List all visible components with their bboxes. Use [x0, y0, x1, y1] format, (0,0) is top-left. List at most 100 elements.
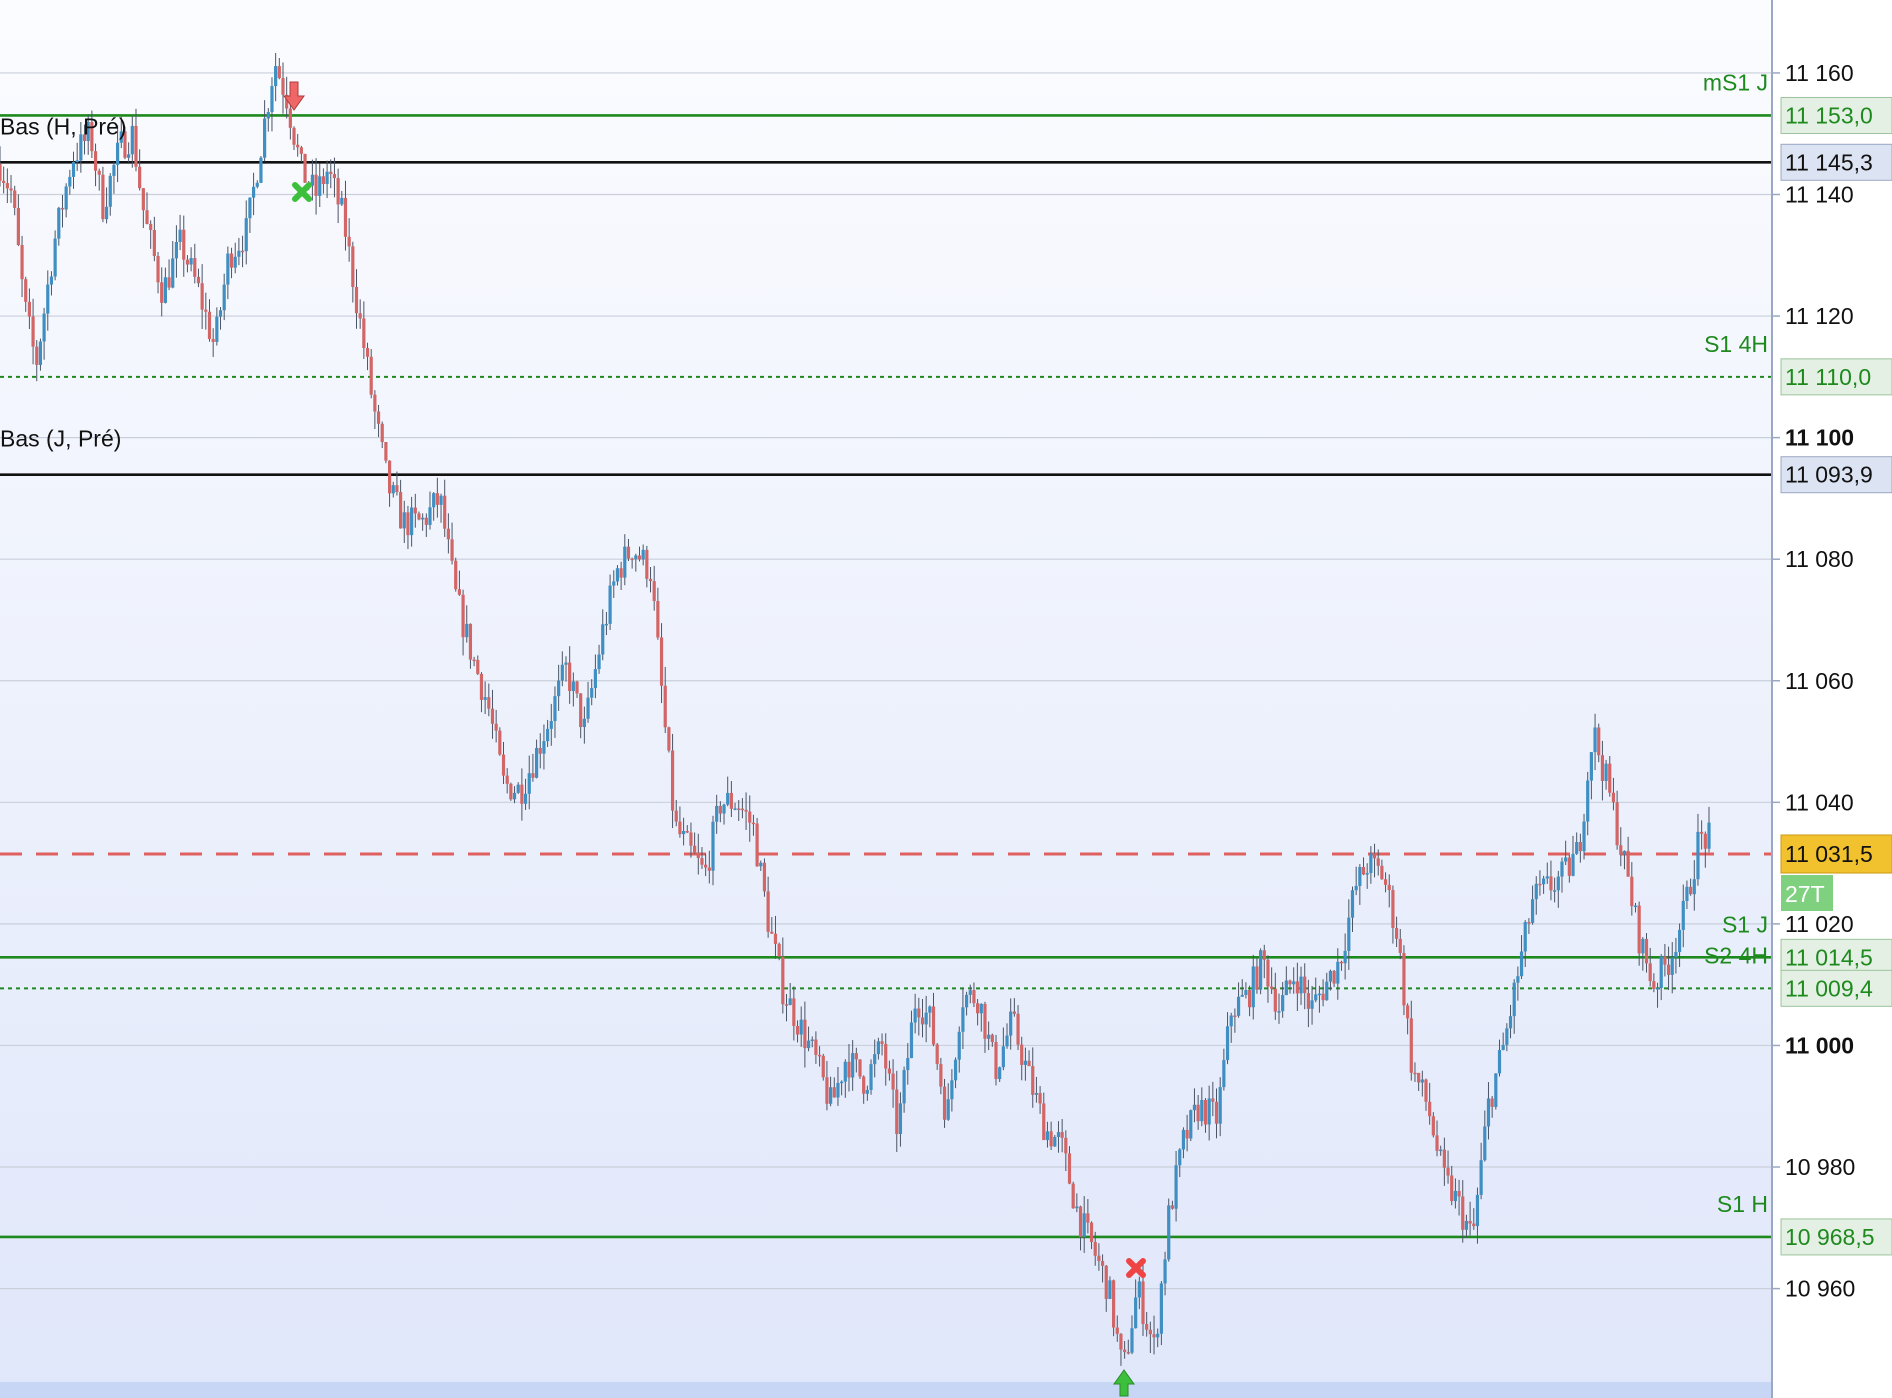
- candle-body: [1615, 802, 1619, 846]
- candle-body: [766, 891, 770, 932]
- candle-body: [1100, 1261, 1105, 1266]
- candle-body: [1696, 831, 1700, 880]
- candle-body: [1200, 1099, 1204, 1122]
- candle-body: [1681, 900, 1685, 930]
- candle-body: [53, 238, 57, 277]
- candle-body: [24, 279, 28, 302]
- candle-body: [1027, 1060, 1031, 1067]
- candle-body: [1633, 905, 1638, 908]
- candle-body: [1225, 1026, 1230, 1061]
- candle-body: [1611, 792, 1616, 803]
- candle-body: [0, 164, 2, 181]
- candle-body: [1233, 1015, 1237, 1018]
- candle-body: [821, 1055, 825, 1078]
- candle-body: [1108, 1280, 1112, 1299]
- candle-body: [1468, 1220, 1472, 1224]
- current-price-label: 11 031,5: [1785, 841, 1873, 867]
- candle-body: [380, 423, 384, 443]
- candle-body: [1321, 993, 1325, 1001]
- price-chart[interactable]: mS1 J Bas (H, Pré) S1 4H Bas (J, Pré) S1 J S2…: [0, 0, 1892, 1398]
- candle-body: [678, 821, 682, 835]
- level-value-label: 11 093,9: [1785, 462, 1873, 488]
- candle-body: [336, 178, 340, 205]
- candle-body: [568, 662, 572, 692]
- candle-body: [637, 555, 642, 560]
- candle-body: [387, 460, 392, 494]
- candle-body: [1479, 1160, 1483, 1195]
- candle-body: [185, 259, 190, 265]
- candle-body: [468, 623, 473, 660]
- candle-body: [858, 1059, 862, 1077]
- candle-body: [1689, 886, 1693, 895]
- candle-body: [1461, 1196, 1465, 1230]
- candle-body: [538, 747, 542, 754]
- candle-body: [1600, 755, 1605, 781]
- candle-body: [593, 669, 597, 689]
- candle-body: [200, 283, 204, 310]
- candle-body: [733, 808, 737, 810]
- candle-body: [626, 546, 631, 559]
- candle-body: [840, 1081, 844, 1084]
- candle-body: [777, 943, 781, 957]
- candle-body: [384, 442, 388, 461]
- candle-body: [1214, 1101, 1219, 1124]
- candle-body: [1593, 727, 1597, 753]
- candle-body: [160, 282, 164, 303]
- candle-body: [233, 256, 237, 268]
- candle-body: [376, 411, 381, 424]
- candle-body: [46, 284, 50, 314]
- candle-body: [549, 721, 553, 729]
- candle-body: [395, 485, 399, 493]
- candle-body: [1064, 1137, 1068, 1154]
- candle-body: [1009, 1011, 1013, 1036]
- candle-body: [1130, 1328, 1134, 1353]
- candle-body: [428, 507, 432, 525]
- candle-body: [299, 147, 303, 154]
- candle-body: [976, 1003, 980, 1014]
- candle-body: [149, 223, 153, 230]
- candle-body: [1394, 927, 1399, 939]
- candle-body: [13, 190, 17, 208]
- candle-body: [325, 171, 329, 185]
- candle-body: [435, 493, 439, 505]
- candle-body: [1281, 995, 1285, 1012]
- y-tick-label: 10 960: [1785, 1276, 1855, 1302]
- candle-body: [1292, 981, 1296, 985]
- candle-body: [1317, 993, 1322, 996]
- candle-body: [196, 276, 201, 284]
- candle-body: [887, 1068, 892, 1074]
- candle-body: [1056, 1132, 1061, 1138]
- candle-body: [1530, 899, 1535, 923]
- candle-body: [141, 188, 145, 211]
- candle-body: [744, 809, 748, 812]
- candle-body: [891, 1073, 895, 1090]
- candle-body: [1104, 1265, 1108, 1299]
- candle-body: [762, 862, 767, 892]
- candle-body: [1218, 1087, 1222, 1124]
- candle-body: [1163, 1259, 1167, 1284]
- candle-body: [1211, 1098, 1215, 1102]
- candle-body: [1112, 1280, 1116, 1328]
- candle-body: [64, 186, 68, 210]
- candle-body: [193, 258, 197, 277]
- candle-body: [1119, 1333, 1123, 1350]
- candle-body: [1137, 1281, 1141, 1298]
- candle-body: [465, 623, 469, 638]
- candle-body: [715, 805, 719, 822]
- candle-body: [1203, 1099, 1208, 1125]
- candle-body: [1549, 876, 1553, 891]
- candle-body: [740, 808, 745, 811]
- candle-body: [913, 1008, 917, 1023]
- candle-body: [1251, 966, 1255, 1008]
- candle-body: [443, 495, 447, 529]
- candle-body: [553, 696, 557, 722]
- candle-body: [931, 1006, 936, 1045]
- candle-body: [174, 241, 179, 259]
- candle-body: [564, 662, 568, 665]
- candle-body: [920, 1017, 925, 1025]
- candle-body: [648, 578, 653, 582]
- candle-body: [1608, 763, 1612, 793]
- candle-body: [590, 688, 594, 698]
- candle-body: [20, 244, 24, 280]
- candle-body: [1655, 988, 1660, 990]
